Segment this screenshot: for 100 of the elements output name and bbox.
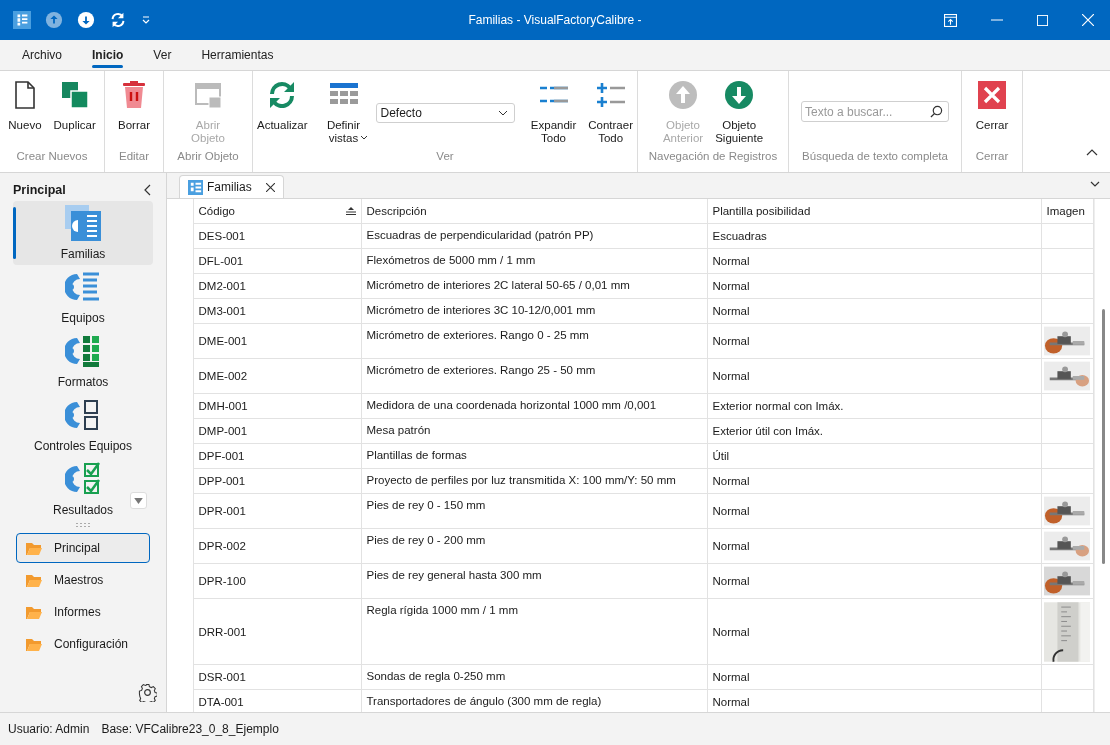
table-cell: Mesa patrón bbox=[361, 418, 707, 444]
table-cell: Normal bbox=[707, 528, 1041, 564]
group-label: Crear Nuevos bbox=[15, 150, 89, 164]
table-cell: DRR-001 bbox=[193, 598, 361, 665]
folder-icon bbox=[26, 573, 42, 587]
group-label: Navegación de Registros bbox=[647, 150, 779, 164]
search-icon bbox=[930, 105, 943, 118]
table-cell: Micrómetro de exteriores. Rango 0 - 25 mm bbox=[361, 323, 707, 359]
table-cell: Regla rígida 1000 mm / 1 mm bbox=[361, 598, 707, 665]
folder-icon bbox=[26, 605, 42, 619]
folder-icon bbox=[26, 541, 42, 555]
close-icon[interactable] bbox=[265, 182, 275, 192]
sidebar-title: Principal bbox=[13, 183, 66, 197]
column-header[interactable]: Descripción bbox=[361, 199, 707, 224]
table-cell: Sondas de regla 0-250 mm bbox=[361, 664, 707, 690]
table-cell: Normal bbox=[707, 358, 1041, 394]
maximize-icon[interactable] bbox=[1037, 14, 1048, 26]
table-cell: DMH-001 bbox=[193, 393, 361, 419]
pin-window-icon[interactable] bbox=[944, 13, 957, 27]
table-cell: Pies de rey general hasta 300 mm bbox=[361, 563, 707, 599]
group-label: Búsqueda de texto completa bbox=[801, 150, 949, 164]
ribbon-button[interactable]: Objeto Siguiente bbox=[711, 79, 768, 145]
nav-group[interactable]: Informes bbox=[16, 597, 150, 627]
table-cell: DPF-001 bbox=[193, 443, 361, 469]
nav-group[interactable]: Configuración bbox=[16, 629, 150, 659]
table-cell: Flexómetros de 5000 mm / 1 mm bbox=[361, 248, 707, 274]
table-cell: Normal bbox=[707, 493, 1041, 529]
gear-squares-icon bbox=[65, 397, 101, 433]
gear-list-icon bbox=[65, 205, 101, 241]
table-cell: Medidora de una coordenada horizontal 1000 mm /0,001 bbox=[361, 393, 707, 419]
table-cell: Pies de rey 0 - 200 mm bbox=[361, 528, 707, 564]
table-cell: Normal bbox=[707, 664, 1041, 690]
table-cell: Proyecto de perfiles por luz transmitida X: 100 mm/Y: 50 mm bbox=[361, 468, 707, 494]
column-header[interactable]: Imagen bbox=[1041, 199, 1093, 224]
ribbon-button[interactable]: Contraer Todo bbox=[584, 79, 637, 145]
table-cell: DPR-100 bbox=[193, 563, 361, 599]
table-cell: Exterior normal con Imáx. bbox=[707, 393, 1041, 419]
chevron-left-icon[interactable] bbox=[144, 184, 151, 196]
refresh-icon[interactable] bbox=[109, 11, 127, 29]
nav-item[interactable]: Controles Equipos bbox=[13, 393, 153, 457]
ribbon-button[interactable]: Cerrar bbox=[971, 79, 1013, 132]
table-cell: Normal bbox=[707, 248, 1041, 274]
ribbon-button[interactable]: Borrar bbox=[114, 79, 154, 132]
window-title: Familias - VisualFactoryCalibre - bbox=[467, 13, 643, 27]
caret-icon bbox=[359, 135, 368, 140]
chevron-down-icon bbox=[497, 110, 508, 116]
table-cell: Normal bbox=[707, 468, 1041, 494]
caret-down-icon bbox=[134, 497, 143, 504]
nav-group[interactable]: Principal bbox=[16, 533, 150, 563]
table-cell: DME-001 bbox=[193, 323, 361, 359]
nav-item[interactable]: Equipos bbox=[13, 265, 153, 329]
table-cell: Micrómetro de interiores 3C 10-12/0,001 mm bbox=[361, 298, 707, 324]
nav-item[interactable]: Formatos bbox=[13, 329, 153, 393]
view-dropdown[interactable]: Defecto bbox=[375, 103, 515, 123]
list-icon bbox=[188, 179, 203, 195]
column-header[interactable]: Plantilla posibilidad bbox=[707, 199, 1041, 224]
table-cell: Normal bbox=[707, 323, 1041, 359]
table-cell: Micrómetro de exteriores. Rango 25 - 50 mm bbox=[361, 358, 707, 394]
nav-group[interactable]: Maestros bbox=[16, 565, 150, 595]
search-field[interactable]: Texto a buscar... bbox=[801, 101, 949, 122]
table-cell: DM2-001 bbox=[193, 273, 361, 299]
customize-caret-icon[interactable] bbox=[141, 15, 151, 25]
status-text: Base: VFCalibre23_0_8_Ejemplo bbox=[101, 722, 279, 736]
nav-item[interactable]: Familias bbox=[13, 201, 153, 265]
ribbon-tab[interactable]: Herramientas bbox=[191, 42, 284, 68]
ribbon-tab[interactable]: Inicio bbox=[82, 42, 134, 68]
group-label: Abrir Objeto bbox=[176, 150, 240, 164]
status-text: Usuario: Admin bbox=[8, 722, 90, 736]
chevron-up-icon[interactable] bbox=[1086, 149, 1098, 156]
table-cell: Normal bbox=[707, 273, 1041, 299]
nav-item[interactable]: Resultados bbox=[13, 457, 153, 521]
table-cell: Escuadras bbox=[707, 223, 1041, 249]
column-header[interactable]: Código bbox=[193, 199, 361, 224]
document-tab[interactable]: Familias bbox=[179, 175, 284, 198]
ribbon-button[interactable]: Duplicar bbox=[49, 79, 100, 132]
table-cell: DFL-001 bbox=[193, 248, 361, 274]
table-cell: Escuadras de perpendicularidad (patrón PP) bbox=[361, 223, 707, 249]
close-icon bbox=[976, 79, 1008, 111]
table-cell: Normal bbox=[707, 563, 1041, 599]
table-cell: DM3-001 bbox=[193, 298, 361, 324]
ribbon-button[interactable]: Definir vistas bbox=[315, 79, 372, 140]
table-cell: DPR-002 bbox=[193, 528, 361, 564]
ribbon-tab[interactable]: Archivo bbox=[12, 42, 72, 68]
gear-grid-icon bbox=[65, 333, 101, 369]
ribbon-button[interactable]: Expandir Todo bbox=[526, 79, 581, 145]
table-cell: Exterior útil con Imáx. bbox=[707, 418, 1041, 444]
app-icon[interactable] bbox=[13, 11, 31, 29]
chevron-down-icon[interactable] bbox=[1090, 181, 1100, 187]
table-cell: DES-001 bbox=[193, 223, 361, 249]
ribbon-button[interactable]: Nuevo bbox=[4, 79, 46, 132]
more-button[interactable] bbox=[130, 492, 147, 509]
group-label: Cerrar bbox=[974, 150, 1010, 164]
table-cell: Normal bbox=[707, 598, 1041, 665]
ribbon-button[interactable]: Actualizar bbox=[253, 79, 312, 132]
ribbon-tab[interactable]: Ver bbox=[143, 42, 182, 68]
table-cell: DPP-001 bbox=[193, 468, 361, 494]
splitter-grip-icon[interactable] bbox=[76, 523, 90, 527]
settings-icon[interactable] bbox=[138, 683, 157, 702]
table-cell: DME-002 bbox=[193, 358, 361, 394]
group-label: Ver bbox=[435, 150, 455, 164]
